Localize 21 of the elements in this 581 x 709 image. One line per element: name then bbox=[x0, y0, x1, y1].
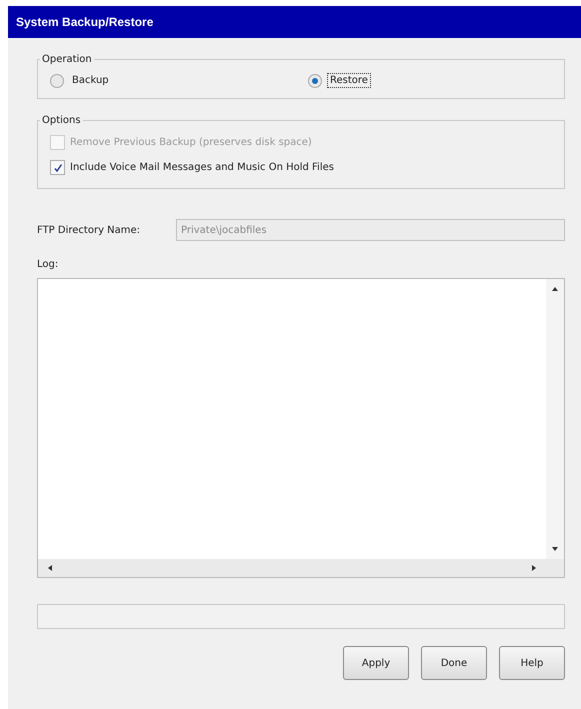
dialog-button[interactable]: Apply bbox=[343, 646, 409, 680]
checkbox[interactable] bbox=[50, 160, 65, 175]
radio-label[interactable]: Restore bbox=[327, 73, 371, 88]
scroll-right-icon[interactable] bbox=[530, 564, 538, 572]
scrollbar[interactable] bbox=[546, 279, 564, 559]
window-title: System Backup/Restore bbox=[16, 15, 154, 29]
checkbox-label[interactable]: Include Voice Mail Messages and Music On Hold Files bbox=[70, 162, 334, 173]
scroll-down-icon[interactable] bbox=[551, 545, 559, 553]
radio-button[interactable] bbox=[50, 74, 64, 88]
radio-button[interactable] bbox=[308, 74, 322, 88]
scroll-up-icon[interactable] bbox=[551, 285, 559, 293]
dialog-button[interactable]: Help bbox=[499, 646, 565, 680]
group-label: Options bbox=[41, 115, 82, 126]
dialog-button[interactable]: Done bbox=[421, 646, 487, 680]
scrollbar[interactable] bbox=[38, 559, 564, 577]
field-label: Log: bbox=[37, 259, 60, 270]
radio-label[interactable]: Backup bbox=[69, 73, 112, 88]
check-icon bbox=[52, 162, 62, 172]
group-label: Operation bbox=[41, 54, 93, 65]
field-label: FTP Directory Name: bbox=[37, 224, 142, 236]
scroll-left-icon[interactable] bbox=[46, 564, 54, 572]
